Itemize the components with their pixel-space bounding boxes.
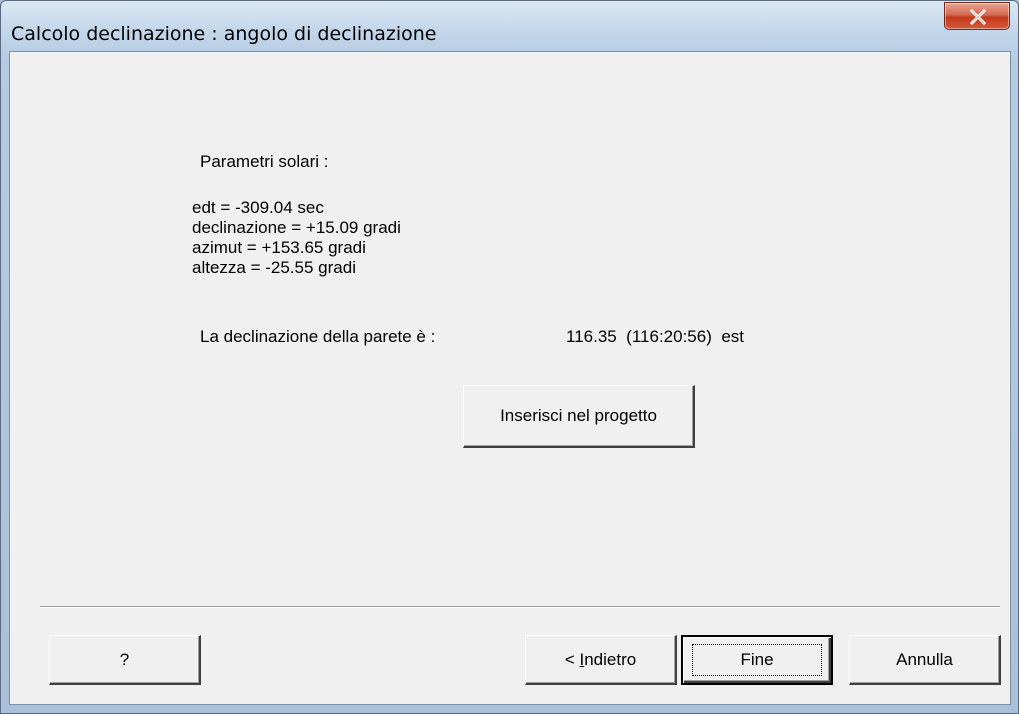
result-value: 116.35 (116:20:56) est	[566, 327, 744, 346]
finish-button[interactable]: Fine	[681, 635, 833, 685]
cancel-button-label: Annulla	[896, 649, 953, 669]
close-button[interactable]	[944, 2, 1010, 30]
cancel-button[interactable]: Annulla	[849, 635, 1001, 685]
insert-into-project-button[interactable]: Inserisci nel progetto	[463, 385, 695, 448]
title-bar[interactable]: Calcolo declinazione : angolo di declina…	[1, 1, 1018, 51]
result-label: La declinazione della parete è :	[200, 327, 436, 346]
help-button[interactable]: ?	[49, 635, 201, 685]
back-button[interactable]: < Indietro	[525, 635, 677, 685]
focus-rectangle	[692, 644, 822, 676]
window-title: Calcolo declinazione : angolo di declina…	[11, 23, 437, 45]
insert-button-label: Inserisci nel progetto	[500, 406, 657, 425]
section-label: Parametri solari :	[200, 152, 329, 171]
solar-params-list: edt = -309.04 sec declinazione = +15.09 …	[192, 198, 401, 278]
param-altezza: altezza = -25.55 gradi	[192, 258, 356, 277]
back-button-label: < Indietro	[564, 649, 637, 669]
help-button-label: ?	[119, 649, 130, 669]
param-edt: edt = -309.04 sec	[192, 198, 324, 217]
param-azimut: azimut = +153.65 gradi	[192, 238, 366, 257]
footer-separator	[40, 606, 1000, 608]
param-declinazione: declinazione = +15.09 gradi	[192, 218, 401, 237]
close-icon	[969, 9, 987, 25]
